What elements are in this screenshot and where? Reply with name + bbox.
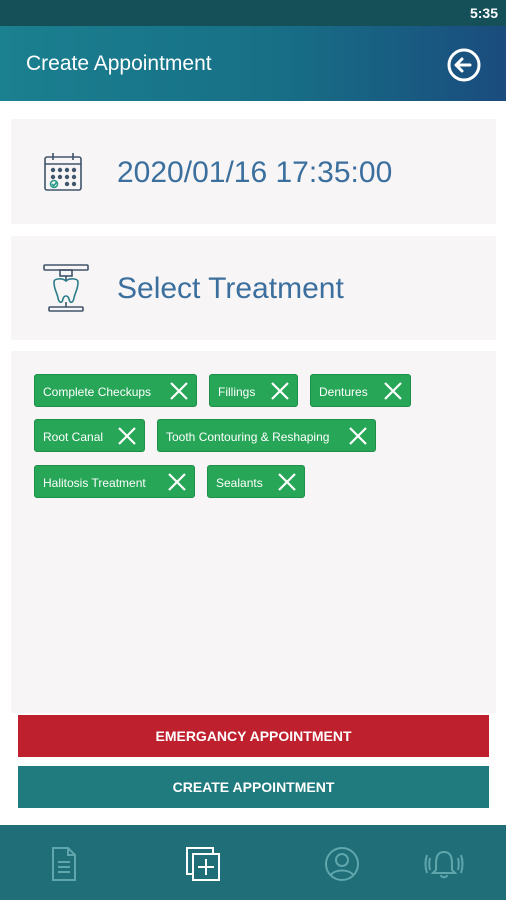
close-icon[interactable] <box>382 380 404 402</box>
alarm-bell-icon[interactable] <box>424 844 464 884</box>
back-arrow-circle-icon[interactable] <box>446 47 482 83</box>
app-bar: Create Appointment <box>0 26 506 101</box>
treatment-chip[interactable]: Root Canal <box>34 419 145 452</box>
bottom-navigation <box>0 825 506 900</box>
status-bar: 5:35 <box>0 0 506 26</box>
dental-tooth-icon <box>41 262 91 319</box>
treatment-chip[interactable]: Complete Checkups <box>34 374 197 407</box>
select-treatment-label: Select Treatment <box>117 272 344 305</box>
close-icon[interactable] <box>116 425 138 447</box>
treatment-chip[interactable]: Sealants <box>207 465 305 498</box>
calendar-icon <box>41 150 85 199</box>
treatment-chip-label: Root Canal <box>43 430 104 444</box>
user-profile-icon[interactable] <box>322 844 362 884</box>
add-copy-icon[interactable] <box>183 844 223 884</box>
treatment-chip-label: Halitosis Treatment <box>43 476 146 490</box>
treatment-chip-label: Tooth Contouring & Reshaping <box>166 430 330 444</box>
treatment-chip[interactable]: Dentures <box>310 374 411 407</box>
document-icon[interactable] <box>43 844 83 884</box>
treatment-chip-label: Dentures <box>319 385 368 399</box>
status-time: 5:35 <box>469 5 498 21</box>
close-icon[interactable] <box>166 471 188 493</box>
emergency-appointment-button[interactable]: EMERGANCY APPOINTMENT <box>18 715 489 757</box>
treatment-chip[interactable]: Fillings <box>209 374 298 407</box>
treatment-chip-label: Complete Checkups <box>43 385 152 399</box>
treatment-chip-label: Fillings <box>218 385 256 399</box>
close-icon[interactable] <box>276 471 298 493</box>
appointment-datetime: 2020/01/16 17:35:00 <box>117 156 393 189</box>
treatment-chip[interactable]: Tooth Contouring & Reshaping <box>157 419 376 452</box>
create-appointment-button[interactable]: CREATE APPOINTMENT <box>18 766 489 808</box>
close-icon[interactable] <box>168 380 190 402</box>
treatment-chip[interactable]: Halitosis Treatment <box>34 465 195 498</box>
selected-treatments-panel: Complete Checkups Fillings Dentures Root… <box>11 351 496 713</box>
close-icon[interactable] <box>347 425 369 447</box>
date-card[interactable]: 2020/01/16 17:35:00 <box>11 119 496 224</box>
select-treatment-card[interactable]: Select Treatment <box>11 236 496 340</box>
close-icon[interactable] <box>269 380 291 402</box>
treatment-chip-label: Sealants <box>216 476 263 490</box>
page-title: Create Appointment <box>26 52 212 75</box>
